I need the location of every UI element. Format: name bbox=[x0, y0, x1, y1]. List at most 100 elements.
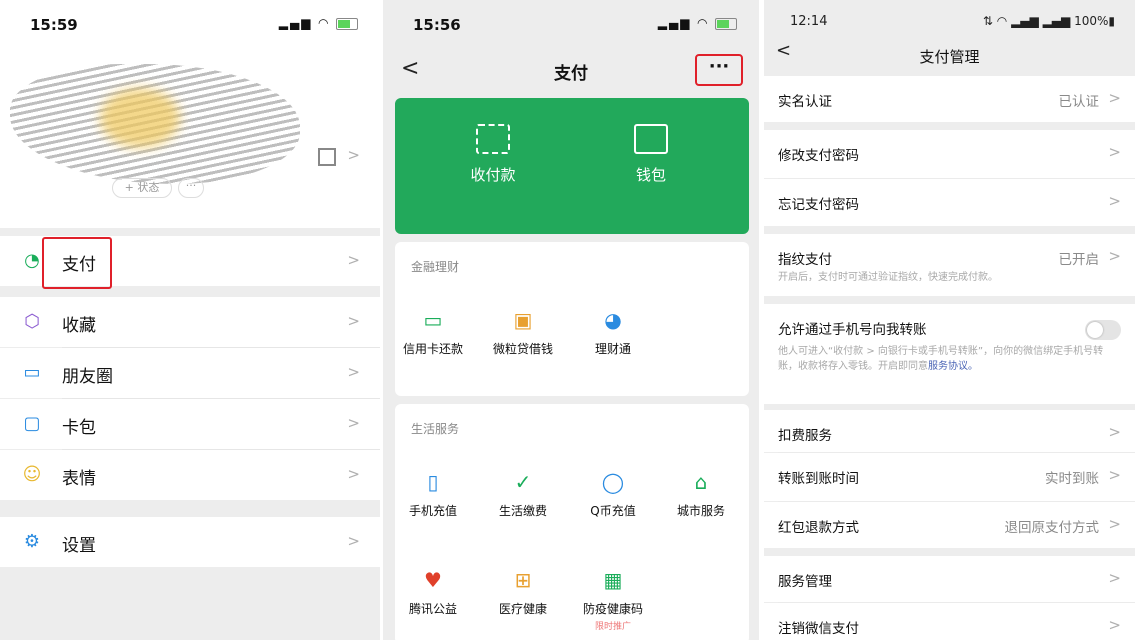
row-value: 实时到账 bbox=[1045, 471, 1099, 487]
menu-item-label: 收藏 bbox=[62, 316, 96, 336]
menu-item-emoji[interactable]: ☺ 表情 > bbox=[0, 450, 380, 500]
row-service-management[interactable]: 服务管理 > bbox=[764, 556, 1135, 602]
qr-code-icon[interactable] bbox=[318, 148, 336, 166]
chevron-right-icon: > bbox=[347, 532, 360, 550]
service-label: 手机充值 bbox=[408, 504, 457, 518]
row-description: 开启后，支付时可通过验证指纹，快速完成付款。 bbox=[778, 272, 998, 283]
chevron-right-icon: > bbox=[1108, 143, 1121, 161]
charity-icon: ♥ bbox=[424, 568, 442, 592]
service-wealth[interactable]: ◕ 理财通 bbox=[573, 308, 653, 357]
row-realname[interactable]: 实名认证 已认证 > bbox=[764, 76, 1135, 122]
scan-check-icon bbox=[476, 124, 510, 154]
emoji-icon: ☺ bbox=[22, 464, 42, 485]
menu-item-card-wallet[interactable]: ▢ 卡包 > bbox=[0, 399, 380, 449]
service-label: 理财通 bbox=[594, 342, 631, 356]
service-charity[interactable]: ♥ 腾讯公益 bbox=[393, 568, 473, 617]
service-city[interactable]: ⌂ 城市服务 bbox=[661, 470, 741, 519]
life-services-card: 生活服务 ▯ 手机充值 ✓ 生活缴费 ◯ Q币充值 ⌂ 城市服务 ♥ 腾讯公益 … bbox=[395, 404, 749, 640]
service-label: 医疗健康 bbox=[498, 602, 547, 616]
chevron-right-icon: > bbox=[1108, 423, 1121, 441]
settings-icon: ⚙ bbox=[23, 531, 41, 552]
loan-icon: ▣ bbox=[513, 308, 533, 332]
service-medical[interactable]: ⊞ 医疗健康 bbox=[483, 568, 563, 617]
row-description: 他人可进入“收付款 > 向银行卡或手机号转账”，向你的微信绑定手机号转账，收款将… bbox=[778, 344, 1115, 374]
favorites-icon: ⬡ bbox=[24, 311, 40, 332]
moments-icon: ▭ bbox=[23, 362, 41, 383]
row-label: 实名认证 bbox=[778, 94, 832, 110]
menu-item-favorites[interactable]: ⬡ 收藏 > bbox=[0, 297, 380, 347]
row-label: 转账到账时间 bbox=[778, 471, 859, 487]
wallet-label: 钱包 bbox=[635, 166, 666, 184]
chevron-right-icon: > bbox=[347, 146, 360, 164]
service-label: 城市服务 bbox=[676, 504, 725, 518]
row-label: 允许通过手机号向我转账 bbox=[778, 322, 927, 338]
receive-pay-label: 收付款 bbox=[470, 166, 516, 184]
nav-bar: < 支付管理 bbox=[764, 40, 1135, 74]
service-agreement-link[interactable]: 服务协议。 bbox=[928, 361, 978, 372]
row-label: 指纹支付 bbox=[778, 252, 832, 268]
phone-transfer-toggle[interactable] bbox=[1085, 320, 1121, 340]
status-icons: ▂▄▆ ◠ bbox=[279, 16, 358, 30]
menu-item-settings[interactable]: ⚙ 设置 > bbox=[0, 517, 380, 567]
service-phone-topup[interactable]: ▯ 手机充值 bbox=[393, 470, 473, 519]
status-bar: 12:14 ⇅ ◠ ▂▄▆ ▂▄▆ 100%▮ bbox=[764, 0, 1135, 40]
wechat-pay-screen: 15:56 ▂▄▆ ◠ < 支付 ··· 收付款 钱包 金融理财 ▭ 信用卡还款… bbox=[383, 0, 759, 640]
status-icons: ⇅ ◠ ▂▄▆ ▂▄▆ 100%▮ bbox=[982, 14, 1115, 28]
status-time: 12:14 bbox=[790, 14, 828, 29]
status-bar: 15:59 ▂▄▆ ◠ bbox=[0, 0, 380, 50]
service-loan[interactable]: ▣ 微粒贷借钱 bbox=[483, 308, 563, 357]
wallet-icon bbox=[634, 124, 668, 154]
chevron-right-icon: > bbox=[1108, 466, 1121, 484]
pay-banner: 收付款 钱包 bbox=[395, 98, 749, 234]
service-credit-card[interactable]: ▭ 信用卡还款 bbox=[393, 308, 473, 357]
service-label: 微粒贷借钱 bbox=[492, 342, 553, 356]
row-redpacket-refund[interactable]: 红包退款方式 退回原支付方式 > bbox=[764, 502, 1135, 548]
row-label: 修改支付密码 bbox=[778, 148, 859, 164]
row-label: 注销微信支付 bbox=[778, 621, 859, 637]
row-deduction-service[interactable]: 扣费服务 > bbox=[764, 410, 1135, 452]
row-arrival-time[interactable]: 转账到账时间 实时到账 > bbox=[764, 453, 1135, 501]
status-bar: 15:56 ▂▄▆ ◠ bbox=[383, 0, 759, 50]
pay-management-screen: 12:14 ⇅ ◠ ▂▄▆ ▂▄▆ 100%▮ < 支付管理 实名认证 已认证 … bbox=[764, 0, 1135, 640]
chevron-right-icon: > bbox=[347, 363, 360, 381]
more-status-button[interactable]: ··· bbox=[178, 178, 204, 198]
add-status-button[interactable]: + 状态 bbox=[112, 178, 172, 198]
row-label: 忘记支付密码 bbox=[778, 197, 859, 213]
city-service-icon: ⌂ bbox=[694, 470, 708, 494]
wechat-me-screen: 15:59 ▂▄▆ ◠ > + 状态 ··· ◔ 支付 > ⬡ 收藏 > ▭ 朋… bbox=[0, 0, 380, 640]
service-utilities[interactable]: ✓ 生活缴费 bbox=[483, 470, 563, 519]
row-label: 红包退款方式 bbox=[778, 520, 859, 536]
more-menu-button[interactable]: ··· bbox=[695, 54, 743, 86]
qcoin-icon: ◯ bbox=[601, 470, 625, 494]
section-title: 金融理财 bbox=[411, 260, 460, 274]
menu-item-label: 设置 bbox=[62, 536, 96, 556]
row-change-password[interactable]: 修改支付密码 > bbox=[764, 130, 1135, 178]
menu-item-moments[interactable]: ▭ 朋友圈 > bbox=[0, 348, 380, 398]
credit-card-icon: ▭ bbox=[423, 308, 443, 332]
row-cancel-wechat-pay[interactable]: 注销微信支付 > bbox=[764, 603, 1135, 640]
medical-icon: ⊞ bbox=[514, 568, 532, 592]
row-value: 已认证 bbox=[1058, 94, 1100, 110]
row-forgot-password[interactable]: 忘记支付密码 > bbox=[764, 179, 1135, 226]
chevron-right-icon: > bbox=[1108, 247, 1121, 265]
nav-bar: < 支付 ··· bbox=[383, 50, 759, 94]
service-label: Q币充值 bbox=[590, 504, 636, 518]
service-health-code[interactable]: ▦ 防疫健康码 限时推广 bbox=[573, 568, 653, 632]
status-icons: ▂▄▆ ◠ bbox=[658, 16, 737, 30]
chevron-right-icon: > bbox=[1108, 89, 1121, 107]
profile-header[interactable]: 15:59 ▂▄▆ ◠ > + 状态 ··· bbox=[0, 0, 380, 228]
service-qcoin[interactable]: ◯ Q币充值 bbox=[573, 470, 653, 519]
chevron-right-icon: > bbox=[1108, 569, 1121, 587]
row-fingerprint[interactable]: 指纹支付 已开启 > 开启后，支付时可通过验证指纹，快速完成付款。 bbox=[764, 234, 1135, 296]
redacted-avatar-highlight bbox=[100, 88, 180, 148]
battery-percent: 100% bbox=[1074, 14, 1109, 28]
wallet-button[interactable]: 钱包 bbox=[591, 124, 711, 185]
highlight-box-pay bbox=[42, 237, 112, 289]
row-value: 退回原支付方式 bbox=[1004, 520, 1100, 536]
service-label: 防疫健康码 bbox=[582, 602, 643, 616]
receive-pay-button[interactable]: 收付款 bbox=[433, 124, 553, 185]
finance-card: 金融理财 ▭ 信用卡还款 ▣ 微粒贷借钱 ◕ 理财通 bbox=[395, 242, 749, 396]
status-time: 15:59 bbox=[30, 16, 78, 34]
chevron-right-icon: > bbox=[1108, 192, 1121, 210]
row-label: 服务管理 bbox=[778, 574, 832, 590]
